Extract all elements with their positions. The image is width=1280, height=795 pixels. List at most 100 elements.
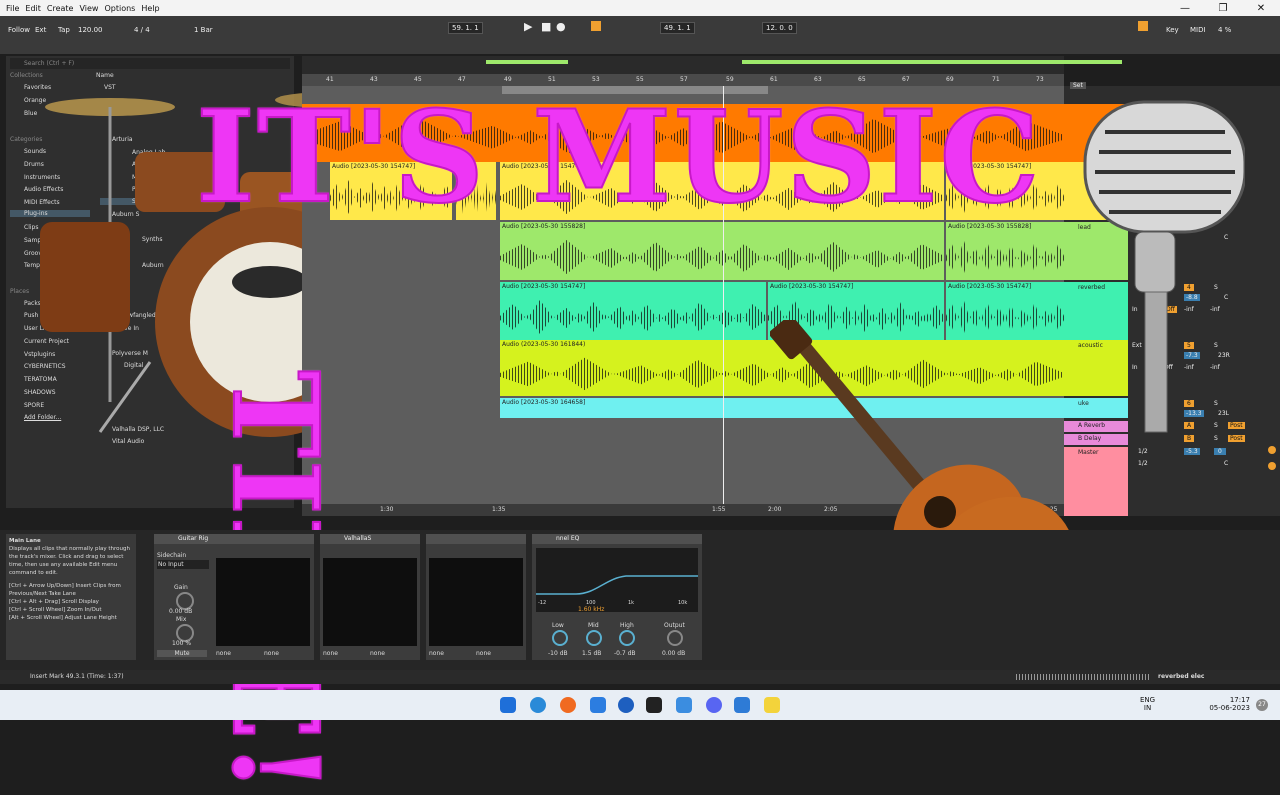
notification-badge[interactable]: 27: [1256, 699, 1268, 711]
loop-start-field[interactable]: 49. 1. 1: [660, 22, 695, 34]
places-header: Places: [10, 288, 30, 295]
macro-menu[interactable]: none: [476, 650, 491, 657]
device-channel-eq[interactable]: nnel EQ -12 100 1k 10k 1.60 kHz Low Mid …: [532, 534, 702, 660]
plugin-display[interactable]: [323, 558, 417, 646]
macro-menu[interactable]: none: [323, 650, 338, 657]
gain-value: 0.00 dB: [169, 608, 193, 615]
menu-options[interactable]: Options: [104, 4, 135, 13]
menu-edit[interactable]: Edit: [25, 4, 41, 13]
master-pan[interactable]: 0: [1214, 448, 1226, 455]
arrangement-position[interactable]: 59. 1. 1: [448, 22, 483, 34]
cue-out-menu[interactable]: 1/2: [1138, 448, 1148, 455]
midi-map-button[interactable]: MIDI: [1190, 26, 1206, 34]
overview-strip[interactable]: [302, 56, 1122, 74]
info-view: Main Lane Displays all clips that normal…: [6, 534, 136, 660]
key-map-button[interactable]: Key: [1166, 26, 1179, 34]
eq-display[interactable]: -12 100 1k 10k: [536, 548, 698, 612]
notion-icon[interactable]: [646, 697, 662, 713]
tap-tempo-button[interactable]: Tap: [58, 26, 70, 34]
time-label: 1:55: [712, 506, 726, 513]
menu-view[interactable]: View: [79, 4, 98, 13]
macro-menu[interactable]: none: [264, 650, 279, 657]
status-bar: Insert Mark 49.3.1 (Time: 1:37) reverbed…: [0, 670, 1280, 684]
device-title[interactable]: nnel EQ: [532, 534, 702, 544]
ruler-label: 65: [858, 76, 866, 83]
mute-button[interactable]: Mute: [157, 650, 207, 657]
overdub-icon[interactable]: [591, 21, 601, 31]
plugin-display[interactable]: [429, 558, 523, 646]
ruler-label: 61: [770, 76, 778, 83]
draw-mode-icon[interactable]: [1138, 21, 1148, 31]
ableton-live-icon[interactable]: [764, 697, 780, 713]
todo-icon[interactable]: [676, 697, 692, 713]
clip-overview[interactable]: [1016, 674, 1150, 680]
stop-icon[interactable]: ■: [541, 20, 551, 33]
eq-mid-knob[interactable]: [586, 630, 602, 646]
sidechain-input-menu[interactable]: No Input: [157, 560, 209, 569]
eq-high-knob[interactable]: [619, 630, 635, 646]
info-help: [Ctrl + Alt + Drag] Scroll Display: [9, 599, 99, 605]
master-track-header[interactable]: Master: [1064, 447, 1128, 516]
ruler-label: 67: [902, 76, 910, 83]
follow-button[interactable]: Follow: [8, 26, 30, 34]
firefox-icon[interactable]: [560, 697, 576, 713]
eq-low-value: -10 dB: [548, 650, 568, 657]
tempo-field[interactable]: 120.00: [78, 26, 103, 34]
device-title[interactable]: ValhallaS: [320, 534, 420, 544]
restore-icon[interactable]: ❐: [1204, 0, 1242, 16]
waveform: [500, 300, 766, 334]
device-valhalla[interactable]: ValhallaS none none: [320, 534, 420, 660]
gain-label: Gain: [174, 584, 188, 591]
scroll-follow-icon[interactable]: [1268, 462, 1276, 470]
record-icon[interactable]: ●: [556, 20, 566, 33]
calendar-icon[interactable]: [590, 697, 606, 713]
quantize-menu[interactable]: 1 Bar: [194, 26, 213, 34]
plugin-display[interactable]: [216, 558, 310, 646]
macro-menu[interactable]: none: [370, 650, 385, 657]
master-out-menu[interactable]: 1/2: [1138, 460, 1148, 467]
device-plugin[interactable]: none none: [426, 534, 526, 660]
browser-search-input[interactable]: Search (Ctrl + F): [10, 58, 290, 69]
eq-output-knob[interactable]: [667, 630, 683, 646]
eq-low-knob[interactable]: [552, 630, 568, 646]
region-code: IN: [1143, 704, 1152, 712]
discord-icon[interactable]: [706, 697, 722, 713]
set-button[interactable]: Set: [1070, 82, 1086, 89]
eq-frequency[interactable]: 1.60 kHz: [578, 606, 604, 613]
menu-file[interactable]: File: [6, 4, 19, 13]
edge-icon[interactable]: [530, 697, 546, 713]
macro-menu[interactable]: none: [216, 650, 231, 657]
language-indicator[interactable]: ENG IN: [1140, 696, 1155, 712]
messenger-icon[interactable]: [618, 697, 634, 713]
clip-label: Audio [2023-05-30 154747]: [948, 283, 1032, 290]
play-icon[interactable]: ▶: [524, 20, 532, 33]
eq-low-label: Low: [552, 622, 564, 629]
device-title[interactable]: Guitar Rig: [154, 534, 314, 544]
ruler-label: 41: [326, 76, 334, 83]
scroll-follow-icon[interactable]: [1268, 446, 1276, 454]
eq-output-label: Output: [664, 622, 685, 629]
time-signature-field[interactable]: 4 / 4: [134, 26, 150, 34]
device-guitar-rig[interactable]: Guitar Rig Sidechain No Input Gain 0.00 …: [154, 534, 314, 660]
eq-scale-label: 1k: [628, 600, 635, 606]
device-title[interactable]: [426, 534, 526, 544]
macro-menu[interactable]: none: [429, 650, 444, 657]
eq-scale-label: -12: [538, 600, 547, 606]
loop-length-field[interactable]: 12. 0. 0: [762, 22, 797, 34]
clock[interactable]: 17:17 05-06-2023: [1200, 696, 1250, 712]
microphone-image: [1083, 100, 1245, 433]
start-icon[interactable]: [500, 697, 516, 713]
pan-value[interactable]: C: [1224, 460, 1228, 467]
ruler-label: 59: [726, 76, 734, 83]
menu-create[interactable]: Create: [47, 4, 74, 13]
close-icon[interactable]: ✕: [1242, 0, 1280, 16]
store-icon[interactable]: [734, 697, 750, 713]
name-column-header: Name: [96, 72, 114, 79]
audio-clip[interactable]: Audio [2023-05-30 154747]: [500, 282, 766, 340]
menu-help[interactable]: Help: [141, 4, 159, 13]
master-volume[interactable]: -5.3: [1184, 448, 1200, 455]
minimize-icon[interactable]: —: [1166, 0, 1204, 16]
info-title: Main Lane: [9, 538, 41, 544]
ext-sync-button[interactable]: Ext: [35, 26, 46, 34]
info-help: [Alt + Scroll Wheel] Adjust Lane Height: [9, 615, 117, 621]
